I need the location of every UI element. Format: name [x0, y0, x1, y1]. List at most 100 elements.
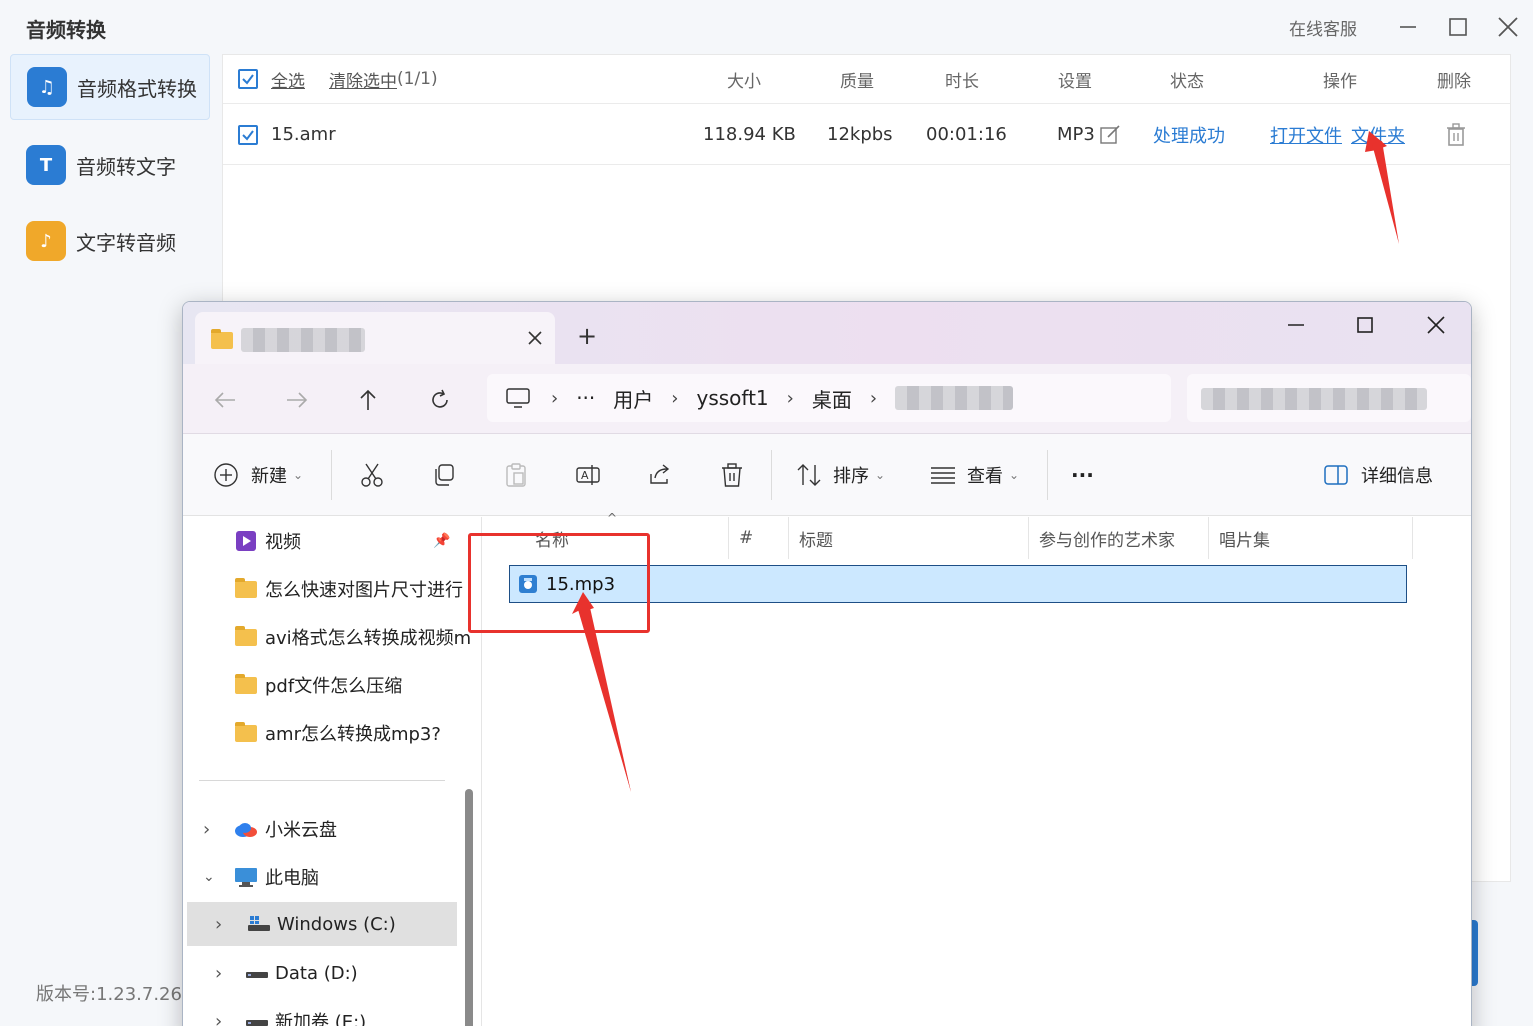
folder-icon: [235, 673, 257, 694]
sidebar-item-audio-format-convert[interactable]: ♫ 音频格式转换: [10, 54, 210, 120]
column-actions: 操作: [1323, 71, 1357, 92]
breadcrumb-user[interactable]: yssoft1: [696, 386, 768, 410]
blurred-tab-title: [241, 328, 365, 352]
folder-icon: [235, 577, 257, 598]
open-folder-link[interactable]: 文件夹: [1351, 122, 1405, 148]
chevron-right-icon: ›: [215, 962, 223, 984]
open-file-link[interactable]: 打开文件: [1270, 122, 1342, 148]
refresh-button[interactable]: [424, 384, 456, 416]
address-bar-row: › ··· 用户 › yssoft1 › 桌面 ›: [183, 364, 1471, 434]
folder-icon: [235, 625, 257, 646]
chevron-right-icon: ›: [551, 387, 559, 409]
column-label: 标题: [799, 530, 833, 551]
sort-icon: [797, 464, 821, 486]
breadcrumb-desktop[interactable]: 桌面: [812, 384, 852, 413]
new-button[interactable]: 新建 ⌄: [213, 434, 303, 516]
annotation-highlight-box: [468, 533, 650, 633]
clear-selection-link[interactable]: 清除选中: [329, 67, 397, 92]
trash-icon: [722, 463, 742, 487]
column-duration: 时长: [945, 71, 979, 92]
view-button[interactable]: 查看 ⌄: [929, 434, 1019, 516]
blurred-folder-name: [895, 386, 1014, 410]
column-title[interactable]: 标题: [789, 517, 1029, 559]
close-button[interactable]: [1483, 0, 1533, 54]
tree-item-label: amr怎么转换成mp3?: [265, 724, 441, 745]
chevron-down-icon: ⌄: [1009, 468, 1020, 482]
select-all-checkbox[interactable]: [238, 55, 258, 103]
tree-item-folder[interactable]: amr怎么转换成mp3?: [183, 711, 473, 755]
details-pane-button[interactable]: 详细信息: [1323, 434, 1433, 516]
column-album[interactable]: 唱片集: [1209, 517, 1413, 559]
back-button[interactable]: [209, 384, 241, 416]
sidebar-item-text-to-audio[interactable]: ♪ 文字转音频: [10, 208, 210, 274]
tree-item-label: Data (D:): [275, 962, 358, 984]
search-box[interactable]: [1187, 374, 1471, 422]
scrollbar-thumb[interactable]: [465, 789, 473, 1026]
rename-icon: A: [576, 465, 600, 485]
delete-button[interactable]: [1445, 105, 1467, 164]
tree-item-label: 小米云盘: [265, 820, 337, 841]
output-format-setting[interactable]: MP3: [1057, 105, 1121, 164]
close-tab-icon[interactable]: [527, 330, 543, 346]
minimize-icon: [1400, 26, 1416, 28]
breadcrumb-users[interactable]: 用户: [613, 384, 653, 413]
cut-button[interactable]: [359, 434, 385, 516]
column-size: 大小: [727, 71, 761, 92]
close-icon[interactable]: [1427, 316, 1445, 334]
tree-item-folder[interactable]: 怎么快速对图片尺寸进行: [183, 567, 473, 611]
column-label: 参与创作的艺术家: [1039, 530, 1175, 551]
audio-to-text-icon: T: [26, 145, 66, 185]
online-support-link[interactable]: 在线客服: [1289, 15, 1357, 40]
minimize-icon[interactable]: [1287, 316, 1305, 334]
new-tab-button[interactable]: +: [577, 322, 597, 350]
tree-item-label: 视频: [265, 532, 301, 553]
up-button[interactable]: [352, 384, 384, 416]
sort-button[interactable]: 排序 ⌄: [795, 434, 885, 516]
maximize-button[interactable]: [1433, 0, 1483, 54]
tree-item-folder[interactable]: avi格式怎么转换成视频m: [183, 615, 473, 659]
tree-item-label: 新加卷 (E:): [275, 1012, 367, 1026]
sidebar-item-audio-to-text[interactable]: T 音频转文字: [10, 132, 210, 198]
tree-item-label: 怎么快速对图片尺寸进行: [265, 580, 463, 601]
toolbar-divider: [1047, 450, 1048, 500]
select-all-link[interactable]: 全选: [271, 67, 305, 92]
share-icon: [650, 464, 670, 484]
table-header: 全选 清除选中 (1/1) 大小 质量 时长 设置 状态 操作 删除: [223, 55, 1510, 104]
plus-circle-icon: [214, 463, 238, 487]
maximize-icon[interactable]: [1356, 316, 1374, 334]
breadcrumb-overflow[interactable]: ···: [576, 386, 595, 410]
tree-item-this-pc[interactable]: ⌄ 此电脑: [183, 855, 473, 899]
drive-icon: [246, 972, 268, 978]
tree-item-folder[interactable]: pdf文件怎么压缩: [183, 663, 473, 707]
app-title: 音频转换: [26, 18, 106, 42]
tree-item-videos[interactable]: 视频 📌: [183, 519, 473, 563]
folder-icon: [235, 721, 257, 742]
chevron-right-icon: ›: [869, 387, 878, 409]
column-number[interactable]: #: [729, 517, 789, 559]
share-button[interactable]: [647, 434, 673, 516]
file-name: 15.amr: [271, 124, 336, 145]
tree-item-volume-e[interactable]: › 新加卷 (E:): [183, 999, 473, 1026]
tree-item-data-d[interactable]: › Data (D:): [183, 951, 473, 995]
cloud-icon: [235, 823, 257, 837]
tree-item-xiaomi-cloud[interactable]: › 小米云盘: [183, 807, 473, 851]
copy-button[interactable]: [431, 434, 457, 516]
chevron-down-icon: ⌄: [293, 468, 304, 482]
tree-item-windows-c[interactable]: › Windows (C:): [187, 902, 457, 946]
forward-button[interactable]: [281, 384, 313, 416]
output-format: MP3: [1057, 124, 1095, 145]
row-checkbox[interactable]: [238, 105, 258, 164]
checkmark-icon: [242, 129, 254, 141]
window-controls: 在线客服: [1289, 0, 1533, 54]
delete-file-button[interactable]: [719, 434, 745, 516]
paste-button[interactable]: [503, 434, 529, 516]
file-quality: 12kpbs: [827, 124, 893, 145]
column-settings: 设置: [1058, 71, 1092, 92]
rename-button[interactable]: A: [575, 434, 601, 516]
explorer-tab[interactable]: [195, 312, 555, 364]
minimize-button[interactable]: [1383, 0, 1433, 54]
tree-item-label: Windows (C:): [277, 913, 396, 935]
column-artists[interactable]: 参与创作的艺术家: [1029, 517, 1209, 559]
more-options-button[interactable]: ···: [1071, 434, 1094, 516]
address-bar[interactable]: › ··· 用户 › yssoft1 › 桌面 ›: [487, 374, 1171, 422]
